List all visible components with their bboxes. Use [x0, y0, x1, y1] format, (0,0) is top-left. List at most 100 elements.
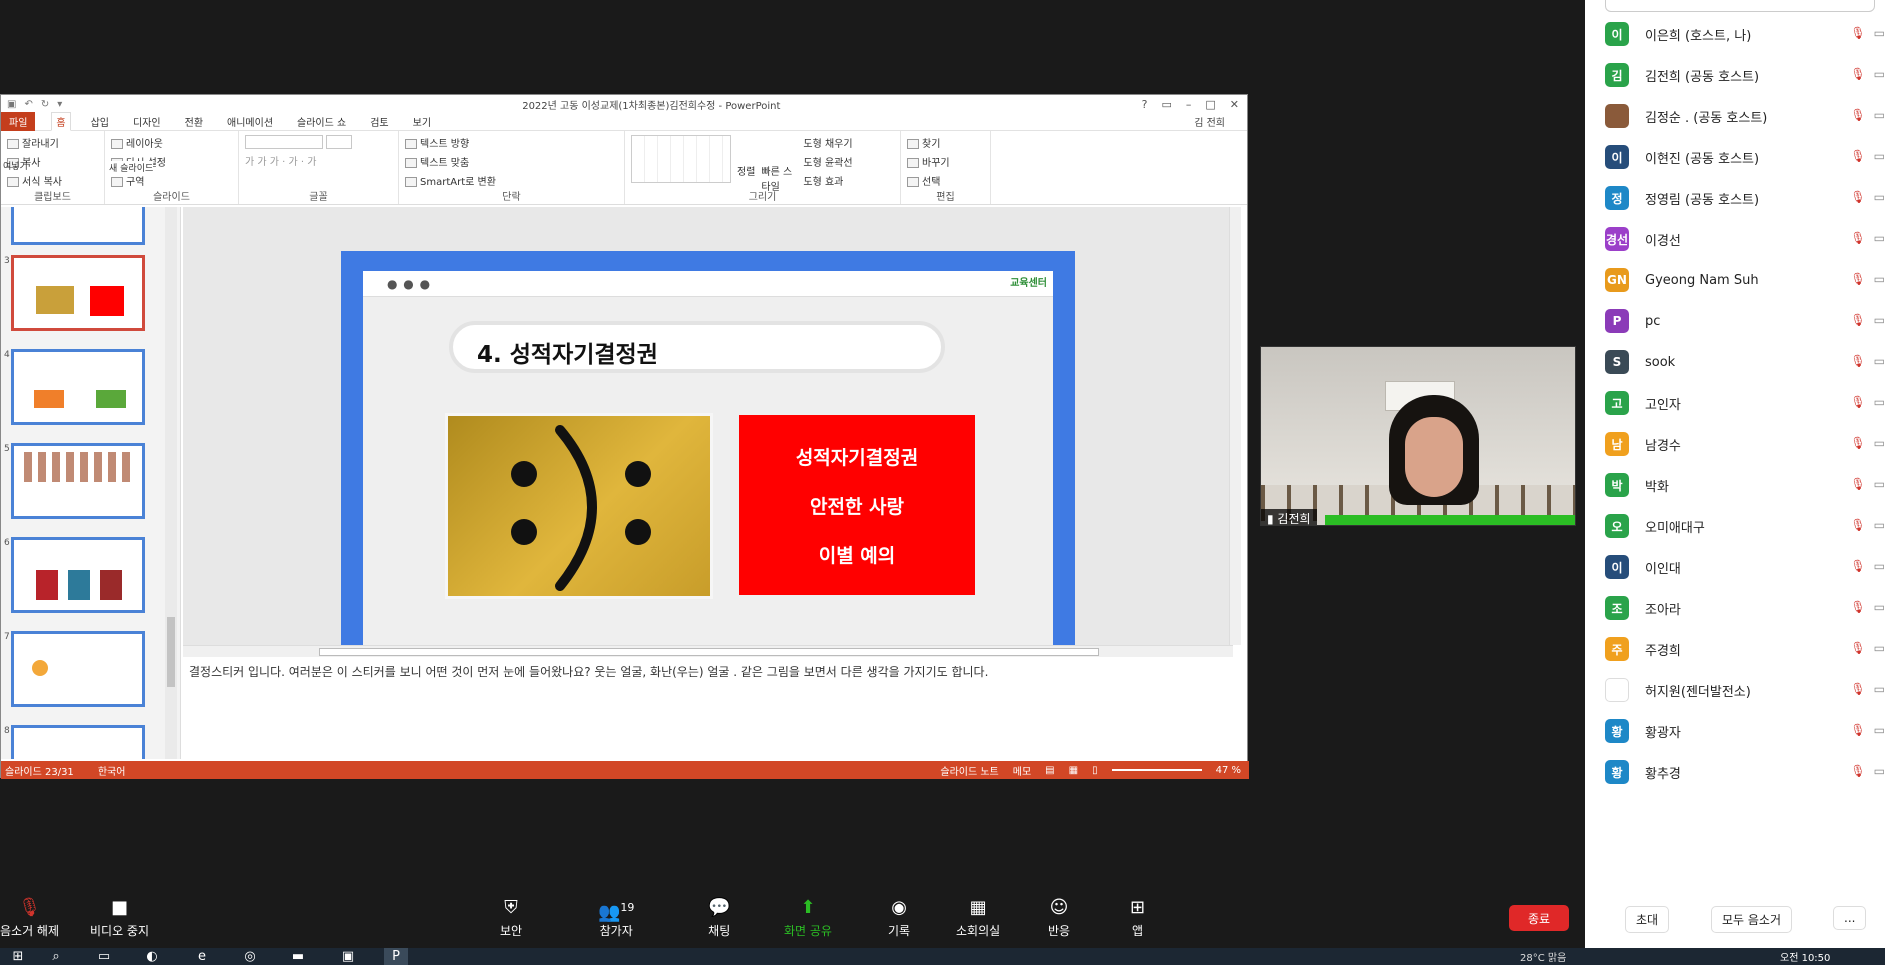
shape-effects-button[interactable]: 도형 효과	[803, 173, 852, 188]
ie-icon[interactable]: e	[190, 948, 214, 965]
slide-thumbnail[interactable]: 8	[4, 725, 145, 759]
text-direction-button[interactable]: 텍스트 방향	[420, 139, 469, 150]
speaker-video[interactable]: ▮ 김전희	[1260, 346, 1576, 526]
participant-row[interactable]: 황 황추경 🎙 ▭	[1605, 752, 1885, 792]
slide-thumbnail[interactable]: 4	[4, 349, 145, 425]
participant-row[interactable]: 허지원(젠더발전소) 🎙 ▭	[1605, 670, 1885, 710]
participant-row[interactable]: 김 김전희 (공동 호스트) 🎙 ▭	[1605, 55, 1885, 95]
redo-icon[interactable]: ↻	[41, 99, 49, 110]
participant-row[interactable]: 조 조아라 🎙 ▭	[1605, 588, 1885, 628]
share-screen-button[interactable]: ⬆ 화면 공유	[784, 898, 832, 939]
shapes-gallery[interactable]	[631, 135, 731, 183]
apps-button[interactable]: ⊞ 앱	[1130, 898, 1145, 939]
task-view-icon[interactable]: ▭	[92, 948, 116, 965]
tab-slideshow[interactable]: 슬라이드 쇼	[293, 113, 350, 130]
mute-all-button[interactable]: 모두 음소거	[1711, 906, 1793, 933]
speaker-notes[interactable]: 결정스티커 입니다. 여러분은 이 스티커를 보니 어떤 것이 먼저 눈에 들어…	[183, 657, 1247, 761]
tab-file[interactable]: 파일	[1, 112, 36, 131]
scroll-thumb[interactable]	[167, 617, 175, 687]
clock[interactable]: 오전 10:50	[1780, 949, 1830, 964]
chat-button[interactable]: 💬 채팅	[708, 898, 730, 939]
font-size-box[interactable]	[326, 135, 353, 149]
slide-thumbnail[interactable]	[11, 207, 145, 245]
shape-fill-button[interactable]: 도형 채우기	[803, 135, 852, 150]
scroll-thumb[interactable]	[319, 648, 1099, 656]
thumbnail-scrollbar[interactable]	[165, 207, 177, 759]
zoom-app-icon[interactable]: ▣	[336, 948, 360, 965]
participant-row[interactable]: 김정순 . (공동 호스트) 🎙 ▭	[1605, 96, 1885, 136]
participant-row[interactable]: GN Gyeong Nam Suh 🎙 ▭	[1605, 260, 1885, 300]
zoom-level[interactable]: 47 %	[1216, 765, 1241, 776]
slide-editor[interactable]: ● ● ● 교육센터 4. 성적자기결정권 성적자기결정권 안전한 사랑 이별 …	[183, 207, 1241, 645]
replace-button[interactable]: 바꾸기	[922, 158, 950, 169]
cut-button[interactable]: 잘라내기	[22, 139, 59, 150]
zoom-slider[interactable]	[1111, 769, 1202, 771]
tab-transitions[interactable]: 전환	[181, 113, 207, 130]
start-icon[interactable]: ⊞	[6, 948, 30, 965]
reactions-button[interactable]: ☺ 반응	[1048, 898, 1070, 939]
minimize-icon[interactable]: –	[1186, 98, 1192, 111]
comments-toggle[interactable]: 메모	[1013, 763, 1031, 778]
powerpoint-app-icon[interactable]: P	[384, 948, 408, 965]
slide-thumbnails-pane[interactable]: 3 4 5 6 7 8	[1, 207, 181, 759]
slide-thumbnail[interactable]: 6	[4, 537, 145, 613]
folder-icon[interactable]: ▬	[286, 948, 310, 965]
participant-row[interactable]: Ssook 🎙 ▭	[1605, 342, 1885, 382]
language[interactable]: 한국어	[98, 763, 126, 778]
notes-toggle[interactable]: 슬라이드 노트	[940, 763, 998, 778]
tab-design[interactable]: 디자인	[129, 113, 165, 130]
ribbon-display-icon[interactable]: ▭	[1161, 98, 1171, 111]
participant-row[interactable]: 황 황광자 🎙 ▭	[1605, 711, 1885, 751]
shape-outline-button[interactable]: 도형 윤곽선	[803, 154, 852, 169]
invite-button[interactable]: 초대	[1625, 906, 1670, 933]
section-button[interactable]: 구역	[126, 177, 144, 188]
participant-row[interactable]: 이 이인대 🎙 ▭	[1605, 547, 1885, 587]
paste-button[interactable]: 여넣기	[3, 159, 28, 172]
more-button[interactable]: ...	[1833, 906, 1867, 930]
participant-row[interactable]: 고 고인자 🎙 ▭	[1605, 383, 1885, 423]
customize-icon[interactable]: ▾	[57, 99, 62, 110]
edge-icon[interactable]: ◐	[140, 948, 164, 965]
sorter-view-icon[interactable]: ▦	[1069, 765, 1078, 776]
slide-thumbnail[interactable]: 5	[4, 443, 145, 519]
format-painter-button[interactable]: 서식 복사	[22, 177, 62, 188]
tab-view[interactable]: 보기	[409, 113, 435, 130]
search-icon[interactable]: ⌕	[44, 948, 68, 965]
participant-row[interactable]: 오 오미애대구 🎙 ▭	[1605, 506, 1885, 546]
participant-row[interactable]: 박 박화 🎙 ▭	[1605, 465, 1885, 505]
record-button[interactable]: ◉ 기록	[888, 898, 910, 939]
emoticon-sticker-image[interactable]	[445, 413, 713, 599]
current-slide[interactable]: ● ● ● 교육센터 4. 성적자기결정권 성적자기결정권 안전한 사랑 이별 …	[341, 251, 1075, 645]
breakout-rooms-button[interactable]: ▦ 소회의실	[956, 898, 1000, 939]
security-button[interactable]: ⛨ 보안	[500, 898, 522, 939]
quick-styles-button[interactable]: 빠른 스타일	[761, 135, 797, 193]
end-meeting-button[interactable]: 종료	[1509, 905, 1569, 931]
participant-row[interactable]: 경선 이경선 🎙 ▭	[1605, 219, 1885, 259]
stop-video-button[interactable]: ■ 비디오 중지	[90, 898, 149, 939]
font-name-box[interactable]	[245, 135, 323, 149]
save-icon[interactable]: ▣	[7, 99, 16, 110]
unmute-button[interactable]: 🎙 음소거 해제	[0, 898, 59, 939]
weather[interactable]: 28°C 맑음	[1520, 949, 1566, 964]
layout-button[interactable]: 레이아웃	[126, 139, 163, 150]
red-text-box[interactable]: 성적자기결정권 안전한 사랑 이별 예의	[739, 415, 975, 595]
text-align-button[interactable]: 텍스트 맞춤	[420, 158, 469, 169]
smartart-button[interactable]: SmartArt로 변환	[420, 177, 496, 188]
arrange-button[interactable]: 정렬	[737, 135, 755, 190]
slide-thumbnail[interactable]: 7	[4, 631, 145, 707]
select-button[interactable]: 선택	[922, 177, 940, 188]
close-icon[interactable]: ✕	[1230, 98, 1239, 111]
undo-icon[interactable]: ↶	[24, 99, 32, 110]
maximize-icon[interactable]: □	[1205, 98, 1215, 111]
participant-search-input[interactable]	[1605, 0, 1875, 12]
reading-view-icon[interactable]: ▯	[1092, 765, 1098, 776]
participant-row[interactable]: Ppc 🎙 ▭	[1605, 301, 1885, 341]
normal-view-icon[interactable]: ▤	[1045, 765, 1054, 776]
slide-thumbnail-selected[interactable]: 3	[4, 255, 145, 331]
find-button[interactable]: 찾기	[922, 139, 940, 150]
editor-horizontal-scrollbar[interactable]	[183, 645, 1233, 657]
chrome-icon[interactable]: ◎	[238, 948, 262, 965]
tab-animations[interactable]: 애니메이션	[223, 113, 277, 130]
new-slide-button[interactable]: 새 슬라이드	[109, 161, 154, 174]
participant-row[interactable]: 이 이현진 (공동 호스트) 🎙 ▭	[1605, 137, 1885, 177]
